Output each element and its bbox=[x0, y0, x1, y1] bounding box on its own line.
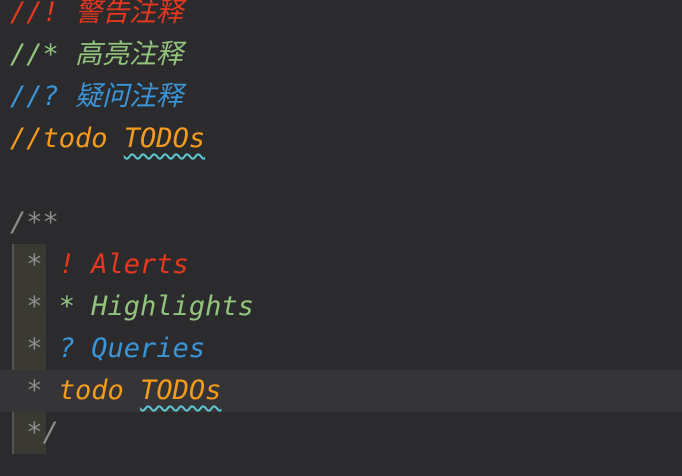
code-token: */ bbox=[10, 417, 59, 448]
code-token: ? Queries bbox=[42, 333, 206, 364]
code-line[interactable]: //? 疑问注释 bbox=[0, 76, 682, 118]
code-token: //! 警告注释 bbox=[10, 0, 184, 28]
spelling-flagged-token: TODOs bbox=[140, 375, 222, 406]
code-token: //* 高亮注释 bbox=[10, 39, 184, 70]
code-line[interactable]: //! 警告注释 bbox=[0, 0, 682, 34]
code-line[interactable]: //todo TODOs bbox=[0, 118, 682, 160]
spelling-flagged-token: TODOs bbox=[123, 123, 206, 154]
code-token: //todo bbox=[10, 123, 124, 154]
code-token: * bbox=[10, 375, 43, 406]
code-line[interactable] bbox=[0, 160, 682, 202]
code-line[interactable]: //* 高亮注释 bbox=[0, 34, 682, 76]
code-line[interactable]: */ bbox=[0, 412, 682, 454]
code-editor[interactable]: //! 警告注释//* 高亮注释//? 疑问注释//todo TODOs/** … bbox=[0, 0, 682, 476]
code-token: * Highlights bbox=[42, 291, 254, 322]
code-token: todo bbox=[42, 375, 141, 406]
code-token: * bbox=[10, 249, 43, 280]
code-line[interactable]: /** bbox=[0, 202, 682, 244]
code-line[interactable]: * ? Queries bbox=[0, 328, 682, 370]
code-token: ! Alerts bbox=[42, 249, 189, 280]
code-token: * bbox=[10, 291, 43, 322]
code-token: //? 疑问注释 bbox=[10, 81, 184, 112]
code-line[interactable]: * * Highlights bbox=[0, 286, 682, 328]
code-token: /** bbox=[10, 207, 59, 238]
code-token: * bbox=[10, 333, 43, 364]
code-line-current[interactable]: * todo TODOs bbox=[0, 370, 682, 412]
code-line[interactable]: * ! Alerts bbox=[0, 244, 682, 286]
